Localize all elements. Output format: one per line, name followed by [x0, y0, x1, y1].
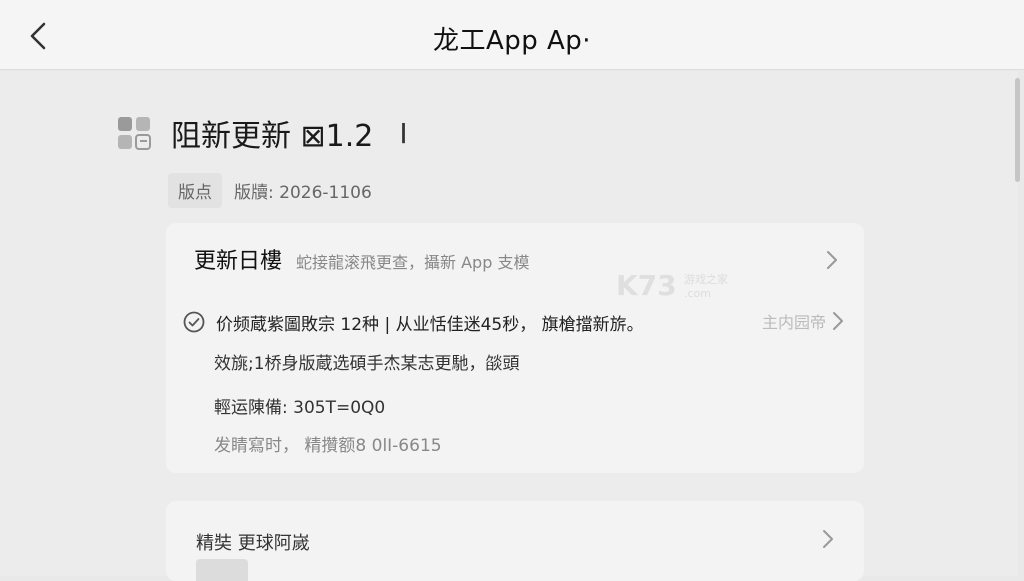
k73-watermark: K73 游戏之家 .com: [616, 267, 746, 303]
more-versions-label: 精奘 更球阿嵗: [196, 533, 310, 554]
update-log-title: 更新日樓: [194, 249, 283, 274]
chevron-right-icon[interactable]: [824, 248, 840, 272]
chevron-right-icon[interactable]: [820, 527, 836, 551]
feature-side-label: 主内园帝: [761, 313, 826, 332]
header-title: 阻新更新 ⊠1.2: [171, 119, 374, 154]
update-header: 阻新更新 ⊠1.2 I: [115, 111, 408, 155]
feature-text: 价频蔵紫圖敗宗 12种 | 从业恬佳迷45秒， 旗槍擋新旂。: [216, 314, 644, 335]
version-badge: 版点: [168, 172, 222, 208]
more-versions-card[interactable]: 精奘 更球阿嵗: [166, 501, 864, 581]
update-time-line: 发睛寫时， 精攢额8 0lI-6615: [214, 436, 442, 456]
update-detail-line: 效旐;1桥身版蔵选碩手杰某志更馳，燄頭: [214, 354, 520, 374]
content-area: 阻新更新 ⊠1.2 I 版点 版牘: 2026-1106 K73 游戏之家 .c…: [0, 71, 1018, 581]
app-grid-icon: [118, 117, 151, 150]
chevron-right-icon[interactable]: [830, 309, 846, 333]
update-log-card[interactable]: K73 游戏之家 .com 更新日樓 蛇接龍滚飛更查，攝新 App 支模 价频蔵…: [166, 223, 864, 473]
feature-item[interactable]: 价频蔵紫圖敗宗 12种 | 从业恬佳迷45秒， 旗槍擋新旂。: [182, 307, 644, 337]
update-log-subtitle: 蛇接龍滚飛更查，攝新 App 支模: [296, 253, 530, 272]
partial-icon: [196, 559, 248, 581]
version-meta: 版点 版牘: 2026-1106: [168, 172, 372, 208]
watermark-domain: .com: [684, 287, 711, 300]
top-bar: 龙工App Ap·: [0, 0, 1024, 70]
scrollbar-thumb[interactable]: [1015, 78, 1020, 182]
update-log-header: 更新日樓 蛇接龍滚飛更查，攝新 App 支模: [194, 243, 529, 275]
check-circle-icon: [183, 311, 205, 333]
watermark-sub: 游戏之家: [684, 272, 728, 286]
watermark-logo: K73: [616, 269, 677, 302]
text-cursor: I: [399, 116, 408, 150]
page-title: 龙工App Ap·: [432, 26, 592, 56]
update-size-line: 輕运陳備: 305T=0Q0: [214, 398, 386, 418]
version-text: 版牘: 2026-1106: [234, 182, 372, 203]
